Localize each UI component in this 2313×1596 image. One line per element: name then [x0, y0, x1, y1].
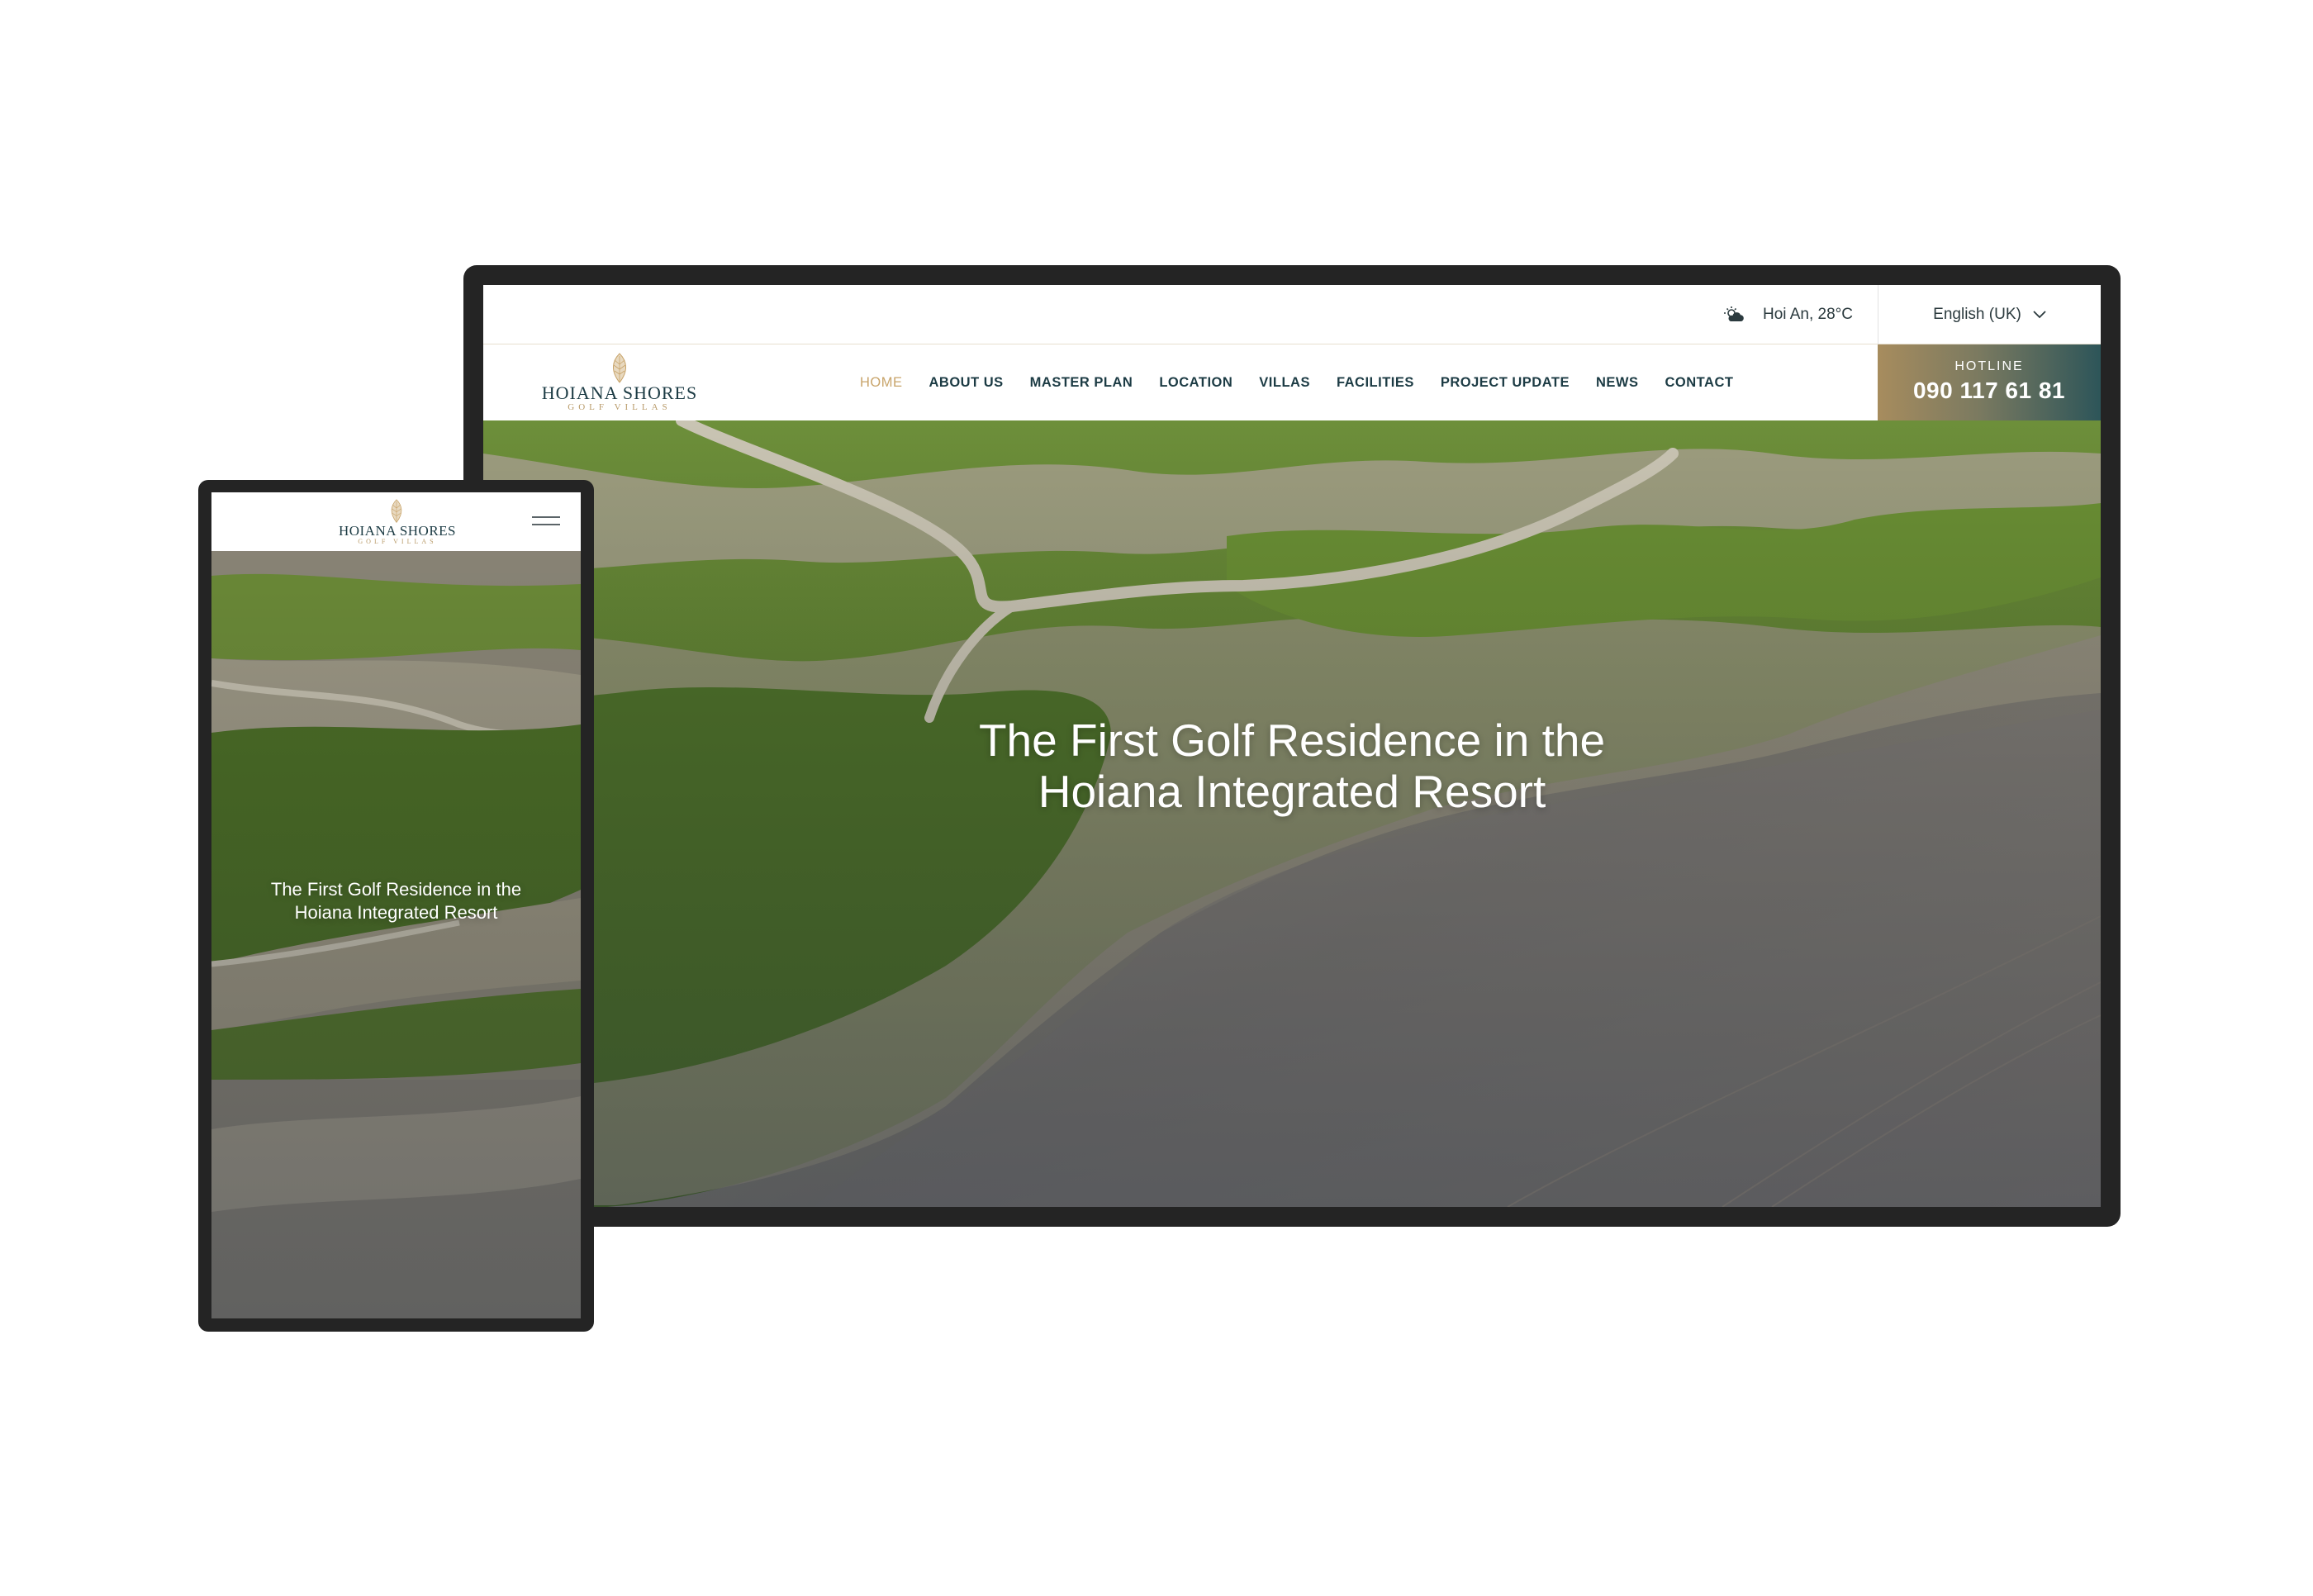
- mobile-golf-course-image: [211, 551, 581, 1318]
- brand-name: HOIANA SHORES: [541, 382, 698, 403]
- mobile-hero-title-line1: The First Golf Residence in the: [270, 879, 522, 900]
- language-label: English (UK): [1933, 306, 2021, 323]
- mobile-screen: HOIANA SHORES GOLF VILLAS The First Golf…: [211, 492, 581, 1318]
- nav-home[interactable]: HOME: [860, 375, 903, 391]
- nav-location[interactable]: LOCATION: [1159, 375, 1232, 391]
- nav-villas[interactable]: VILLAS: [1259, 375, 1310, 391]
- nav-master-plan[interactable]: MASTER PLAN: [1030, 375, 1133, 391]
- mobile-hero-banner: The First Golf Residence in the Hoiana I…: [211, 551, 581, 1318]
- hero-title-line2: Hoiana Integrated Resort: [1038, 766, 1546, 817]
- mobile-device-frame: HOIANA SHORES GOLF VILLAS The First Golf…: [198, 480, 594, 1332]
- nav-facilities[interactable]: FACILITIES: [1337, 375, 1414, 391]
- mobile-brand-name: HOIANA SHORES: [338, 523, 457, 539]
- brand-tagline: GOLF VILLAS: [568, 402, 672, 412]
- nav-about-us[interactable]: ABOUT US: [929, 375, 1004, 391]
- cloud-sun-icon: [1723, 306, 1746, 324]
- weather-text: Hoi An, 28°C: [1763, 306, 1853, 323]
- hotline-label: HOTLINE: [1954, 359, 2024, 373]
- mobile-brand-logo[interactable]: HOIANA SHORES GOLF VILLAS: [335, 499, 459, 547]
- hamburger-menu-icon[interactable]: [532, 514, 560, 529]
- hotline-number: 090 117 61 81: [1912, 378, 2065, 403]
- mobile-hero-title-line2: Hoiana Integrated Resort: [294, 902, 498, 923]
- mobile-hero-title: The First Golf Residence in the Hoiana I…: [211, 878, 581, 924]
- mobile-header: HOIANA SHORES GOLF VILLAS: [211, 492, 581, 551]
- weather-widget: Hoi An, 28°C: [1723, 285, 1853, 344]
- hero-banner: The First Golf Residence in the Hoiana I…: [483, 420, 2101, 1207]
- main-navbar: HOIANA SHORES GOLF VILLAS HOME ABOUT US …: [483, 344, 2101, 420]
- nav-news[interactable]: NEWS: [1596, 375, 1639, 391]
- hero-title: The First Golf Residence in the Hoiana I…: [483, 715, 2101, 817]
- language-selector[interactable]: English (UK): [1878, 285, 2101, 344]
- brand-logo[interactable]: HOIANA SHORES GOLF VILLAS: [541, 353, 698, 414]
- nav-project-update[interactable]: PROJECT UPDATE: [1441, 375, 1570, 391]
- mobile-brand-tagline: GOLF VILLAS: [358, 538, 437, 545]
- chevron-down-icon: [2033, 306, 2046, 324]
- hero-title-line1: The First Golf Residence in the: [978, 715, 1606, 766]
- hotline-button[interactable]: HOTLINE 090 117 61 81: [1878, 344, 2101, 420]
- main-menu: HOME ABOUT US MASTER PLAN LOCATION VILLA…: [860, 344, 1733, 420]
- desktop-screen: Hoi An, 28°C English (UK) HOIANA SHORES …: [483, 285, 2101, 1207]
- nav-contact[interactable]: CONTACT: [1665, 375, 1734, 391]
- desktop-device-frame: Hoi An, 28°C English (UK) HOIANA SHORES …: [463, 265, 2121, 1227]
- top-bar: Hoi An, 28°C English (UK): [483, 285, 2101, 344]
